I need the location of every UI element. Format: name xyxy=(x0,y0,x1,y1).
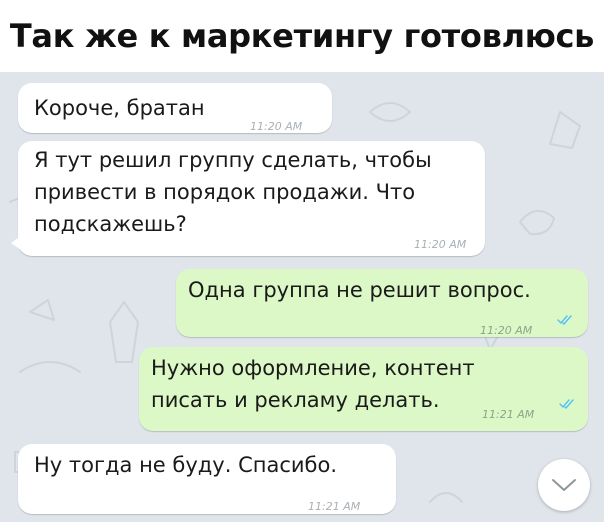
scroll-to-bottom-button[interactable] xyxy=(538,459,590,511)
message-outgoing[interactable]: Нужно оформление, контент писать и рекла… xyxy=(139,347,588,431)
message-text-line: привести в порядок продажи. Что xyxy=(34,180,416,204)
chat-area[interactable]: Короче, братан 11:20 AM Я тут решил груп… xyxy=(0,72,604,522)
message-incoming[interactable]: Ну тогда не буду. Спасибо. 11:21 AM xyxy=(18,444,396,514)
chevron-down-icon xyxy=(552,479,576,491)
bubble-tail xyxy=(11,236,21,250)
message-text-line: Я тут решил группу сделать, чтобы xyxy=(34,148,432,172)
message-time: 11:21 AM xyxy=(482,408,535,421)
message-time: 11:20 AM xyxy=(480,324,533,337)
message-incoming[interactable]: Короче, братан 11:20 AM xyxy=(18,83,332,133)
meme-caption: Так же к маркетингу готовлюсь xyxy=(0,0,604,72)
message-text: Ну тогда не буду. Спасибо. xyxy=(34,453,338,477)
message-text: Одна группа не решит вопрос. xyxy=(188,278,531,302)
message-time: 11:20 AM xyxy=(414,238,467,251)
message-outgoing[interactable]: Одна группа не решит вопрос. 11:20 AM xyxy=(176,269,588,337)
read-ticks-icon xyxy=(559,399,574,409)
message-time: 11:21 AM xyxy=(308,500,361,513)
message-text-line: писать и рекламу делать. xyxy=(151,388,440,412)
message-text-line: Нужно оформление, контент xyxy=(151,356,475,380)
message-text: Короче, братан xyxy=(34,96,205,120)
read-ticks-icon xyxy=(557,315,572,325)
message-text-line: подскажешь? xyxy=(34,212,187,236)
message-incoming[interactable]: Я тут решил группу сделать, чтобы привес… xyxy=(11,141,485,256)
message-time: 11:20 AM xyxy=(250,120,303,133)
meme-screenshot: Так же к маркетингу готовлюсь Короче, бр… xyxy=(0,0,604,522)
